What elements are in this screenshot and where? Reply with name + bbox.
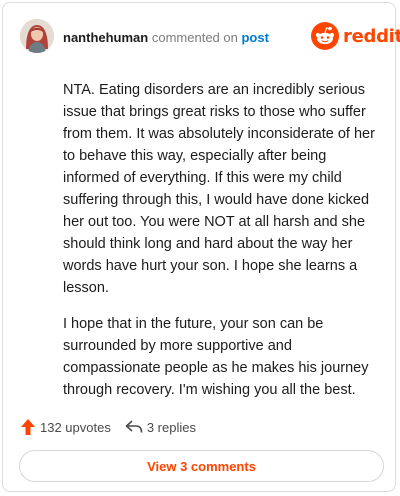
view-comments-button[interactable]: View 3 comments bbox=[19, 450, 384, 482]
upvote-button[interactable]: 132 upvotes bbox=[20, 418, 111, 436]
post-link[interactable]: post bbox=[241, 30, 268, 45]
upvotes-count: 132 upvotes bbox=[40, 419, 111, 435]
avatar[interactable] bbox=[20, 19, 54, 53]
comment-paragraph: NTA. Eating disorders are an incredibly … bbox=[63, 82, 375, 296]
reddit-snoo-icon bbox=[311, 22, 339, 50]
reddit-wordmark: reddit bbox=[343, 25, 400, 47]
avatar-image bbox=[20, 19, 54, 53]
comment-header: nanthehuman commented on post bbox=[63, 30, 269, 45]
action-text: commented on bbox=[151, 30, 238, 45]
upvote-arrow-icon bbox=[21, 419, 35, 435]
replies-count: 3 replies bbox=[146, 419, 196, 435]
comment-card: nanthehuman commented on post reddit NTA… bbox=[2, 2, 400, 492]
reddit-logo[interactable]: reddit bbox=[311, 21, 400, 51]
reply-arrow-icon bbox=[125, 420, 143, 433]
replies-button[interactable]: 3 replies bbox=[125, 420, 196, 435]
comment-body: NTA. Eating disorders are an incredibly … bbox=[63, 79, 381, 415]
username-link[interactable]: nanthehuman bbox=[63, 30, 148, 45]
comment-footer: 132 upvotes 3 replies bbox=[20, 417, 196, 437]
comment-paragraph: I hope that in the future, your son can … bbox=[63, 316, 369, 398]
